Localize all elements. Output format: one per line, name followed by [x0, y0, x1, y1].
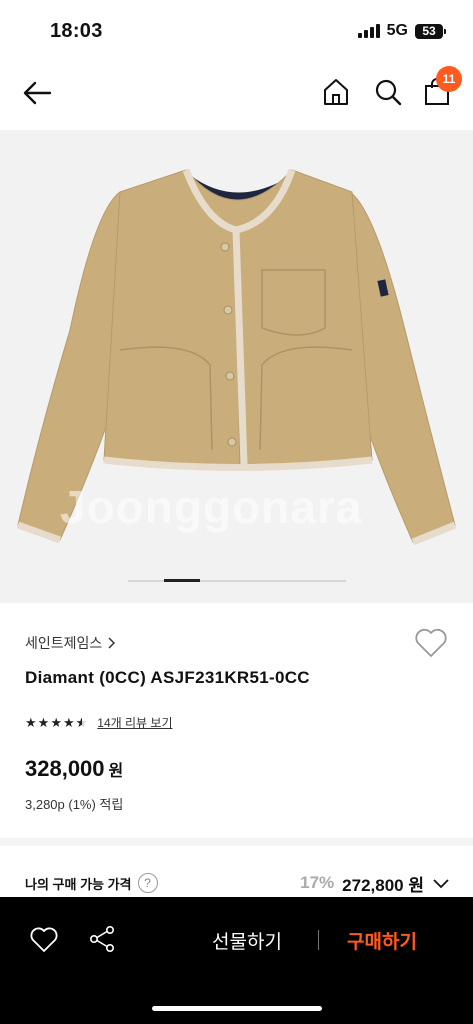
share-icon[interactable]	[88, 925, 116, 953]
star-icon: ★	[37, 715, 50, 730]
bottom-action-bar: 선물하기 구매하기	[0, 897, 473, 1024]
signal-icon	[357, 24, 380, 38]
star-icon: ★	[25, 715, 37, 730]
brand-name: 세인트제임스	[25, 635, 103, 651]
home-indicator[interactable]	[152, 1006, 322, 1011]
network-type: 5G	[386, 22, 408, 39]
status-bar: 18:03 5G 53	[0, 0, 473, 62]
gift-button[interactable]: 선물하기	[212, 927, 282, 954]
status-indicators: 5G 53	[357, 22, 446, 40]
back-arrow-icon[interactable]	[20, 76, 54, 110]
battery-icon: 53	[415, 23, 446, 39]
star-icon: ★	[50, 715, 62, 730]
star-rating: ★ ★ ★ ★ ★	[25, 716, 87, 729]
my-price-summary: 17% 272,800 원	[300, 871, 450, 896]
top-navigation	[0, 62, 473, 126]
discount-rate: 17%	[300, 873, 335, 892]
wishlist-heart-icon[interactable]	[414, 628, 448, 658]
product-image-carousel[interactable]: Joonggonara	[0, 130, 473, 603]
review-link[interactable]: 14개 리뷰 보기	[97, 714, 172, 731]
reward-points: 3,280p (1%) 적립	[25, 797, 124, 812]
home-icon[interactable]	[320, 76, 352, 108]
help-icon[interactable]: ?	[137, 873, 158, 893]
status-time: 18:03	[50, 20, 103, 42]
search-icon[interactable]	[372, 76, 404, 108]
half-star-icon: ★	[76, 716, 88, 729]
brand-link[interactable]: 세인트제임스	[25, 633, 116, 653]
battery-level: 53	[422, 24, 436, 38]
section-divider	[0, 838, 473, 846]
product-name: Diamant (0CC) ASJF231KR51-0CC	[25, 668, 310, 687]
button-separator	[318, 930, 319, 950]
rating-row: ★ ★ ★ ★ ★ 14개 리뷰 보기	[25, 714, 173, 731]
my-price-amount: 272,800	[342, 875, 404, 895]
image-watermark: Joonggonara	[60, 481, 363, 533]
cart-count-badge: 11	[436, 66, 462, 92]
my-price-row[interactable]: 나의 구매 가능 가격 ? 17% 272,800 원	[25, 868, 450, 898]
carousel-indicator-active	[164, 579, 200, 582]
heart-icon[interactable]	[30, 927, 58, 953]
product-price: 328,000	[25, 756, 105, 781]
carousel-indicator-track	[128, 580, 346, 582]
my-price-unit: 원	[408, 875, 424, 895]
star-icon: ★	[62, 715, 75, 730]
my-price-label: 나의 구매 가능 가격	[25, 876, 132, 892]
buy-button[interactable]: 구매하기	[347, 927, 417, 954]
my-price-value: 272,800 원	[342, 871, 424, 896]
chevron-down-icon[interactable]	[432, 874, 450, 892]
price-row: 328,000 원	[25, 756, 123, 782]
chevron-right-icon	[108, 637, 116, 649]
price-unit: 원	[108, 763, 124, 780]
